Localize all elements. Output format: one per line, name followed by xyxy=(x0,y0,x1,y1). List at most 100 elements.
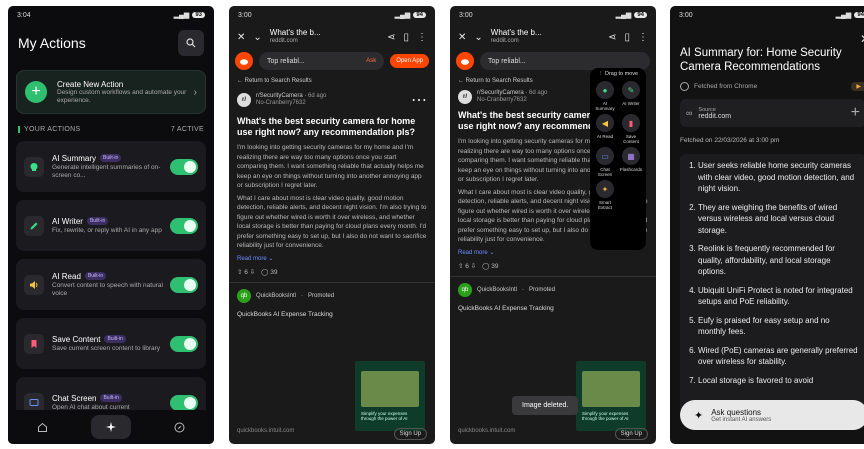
reddit-search-input[interactable]: Top reliabl... Ask xyxy=(259,52,385,70)
advertiser-avatar: qb xyxy=(237,288,251,303)
toggle-ai-summary[interactable] xyxy=(170,158,198,175)
toggle-chat-screen[interactable] xyxy=(170,394,198,411)
menu-ai-summary[interactable]: ● AI Summary xyxy=(593,81,617,111)
play-button[interactable]: ▶ xyxy=(851,82,864,91)
phone-ai-summary: 3:00 ▂▄▆94 ✕ AI Summary for: Home Securi… xyxy=(670,6,864,444)
drag-handle[interactable]: ⋮ Drag to move xyxy=(593,71,643,77)
floating-action-menu[interactable]: ⋮ Drag to move ● AI Summary ✎ AI Writer ◀ A… xyxy=(590,68,646,250)
vote-count: 6 xyxy=(465,262,469,270)
ad-image-text: Simplify your expenses through the power… xyxy=(582,411,629,421)
menu-label: AI Writer xyxy=(622,101,640,106)
more-icon[interactable]: ⋮ xyxy=(417,32,427,43)
status-bar: 3:00 ▂▄▆ 94 xyxy=(229,6,435,24)
extract-icon: ✦ xyxy=(596,180,614,198)
toggle-save-content[interactable] xyxy=(170,335,198,352)
read-more-link[interactable]: Read more ⌄ xyxy=(237,255,427,262)
sign-up-button[interactable]: Sign Up xyxy=(393,428,427,440)
action-desc: Save current screen content to library xyxy=(52,344,161,352)
close-icon[interactable]: ✕ xyxy=(860,32,864,46)
post-author[interactable]: No-Cranberry7632 xyxy=(477,97,527,103)
toggle-ai-writer[interactable] xyxy=(170,217,198,234)
ad-image[interactable]: Simplify your expenses through the power… xyxy=(355,361,425,431)
nav-home[interactable] xyxy=(22,415,62,439)
speaker-icon xyxy=(24,274,44,295)
share-icon[interactable]: ⋖ xyxy=(608,32,616,43)
action-card-ai-read[interactable]: AI Read Built-in Convert content to speec… xyxy=(16,259,206,310)
upvote-button[interactable]: ⇧ 6 ⇩ xyxy=(458,262,476,270)
post-actions: ⇧ 6 ⇩ ◯ 39 xyxy=(237,268,427,276)
ask-questions-button[interactable]: ✦ Ask questions Get instant AI answers xyxy=(680,400,864,430)
post-age: 6d ago xyxy=(308,93,327,99)
reddit-logo-icon[interactable] xyxy=(456,52,474,70)
menu-chat-screen[interactable]: ▭ Chat Screen xyxy=(593,147,617,177)
plus-icon: + xyxy=(25,81,47,103)
bookmark-icon[interactable]: ▯ xyxy=(403,32,409,43)
source-card[interactable]: ∞ Source reddit.com + xyxy=(680,99,864,127)
add-icon[interactable]: + xyxy=(851,104,860,122)
summary-item: Reolink is frequently recommended for qu… xyxy=(698,243,858,278)
fetched-from: Fetched from Chrome xyxy=(694,83,758,90)
ad-text: QuickBooks AI Expense Tracking xyxy=(458,304,554,312)
search-icon xyxy=(186,38,196,48)
bookmark-icon[interactable]: ▯ xyxy=(624,32,630,43)
menu-label: Flashcards xyxy=(619,167,642,172)
menu-ai-read[interactable]: ◀ AI Read xyxy=(593,114,617,144)
post-actions: ⇧ 6 ⇩ ◯ 39 xyxy=(458,262,648,270)
open-app-button[interactable]: Open App xyxy=(390,54,429,68)
return-link-label: Return to Search Results xyxy=(465,78,533,84)
menu-flashcards[interactable]: ▦ Flashcards xyxy=(619,147,643,177)
action-desc: Generate intelligent summaries of on-scr… xyxy=(52,163,161,179)
page-title: My Actions xyxy=(18,35,86,51)
return-link[interactable]: ← Return to Search Results xyxy=(229,72,435,84)
link-icon: ∞ xyxy=(686,108,693,118)
compass-icon xyxy=(174,422,185,432)
menu-save-content[interactable]: ▮ Save Content xyxy=(619,114,643,144)
subreddit-name[interactable]: r/SecurityCamera xyxy=(477,90,524,96)
speaker-icon: ◀ xyxy=(596,114,614,132)
ad-image[interactable]: Simplify your expenses through the power… xyxy=(576,361,646,431)
subreddit-avatar[interactable]: r/ xyxy=(237,93,251,107)
comments-button[interactable]: ◯ 39 xyxy=(482,262,498,270)
action-card-save-content[interactable]: Save Content Built-in Save current screen… xyxy=(16,318,206,369)
action-card-ai-writer[interactable]: AI Writer Built-in Fix, rewrite, or reply… xyxy=(16,200,206,251)
search-button[interactable] xyxy=(178,30,204,56)
post-paragraph: What I care about most is clear video qu… xyxy=(237,194,427,250)
nav-explore[interactable] xyxy=(160,415,200,439)
reddit-logo-icon[interactable] xyxy=(235,52,253,70)
nav-actions[interactable] xyxy=(90,415,131,439)
close-icon[interactable]: ✕ xyxy=(458,32,466,43)
more-icon[interactable]: ⋯ xyxy=(411,90,427,110)
comments-button[interactable]: ◯ 39 xyxy=(261,268,277,276)
create-title: Create New Action xyxy=(57,79,124,89)
builtin-badge: Built-in xyxy=(100,394,122,402)
sparkle-icon xyxy=(105,422,116,432)
toggle-ai-read[interactable] xyxy=(170,276,198,293)
create-action-card[interactable]: + Create New Action Design custom workfl… xyxy=(16,70,206,114)
subreddit-avatar[interactable]: r/ xyxy=(458,90,472,104)
post-author[interactable]: No-Cranberry7632 xyxy=(256,100,306,106)
battery-icon: 93 xyxy=(192,12,205,18)
promoted-ad[interactable]: qb QuickBooksIntl · Promoted QuickBooks A… xyxy=(450,282,656,312)
status-time: 3:04 xyxy=(17,11,31,19)
menu-label: Smart Extract xyxy=(597,200,612,210)
builtin-badge: Built-in xyxy=(84,272,107,280)
menu-ai-writer[interactable]: ✎ AI Writer xyxy=(619,81,643,111)
browser-toolbar: ✕ ⌄ What's the b... reddit.com ⋖ ▯ ⋮ xyxy=(229,24,435,50)
sign-up-button[interactable]: Sign Up xyxy=(614,428,648,440)
chevron-down-icon[interactable]: ⌄ xyxy=(253,32,261,43)
action-card-ai-summary[interactable]: AI Summary Built-in Generate intelligent … xyxy=(16,141,206,192)
close-icon[interactable]: ✕ xyxy=(237,32,245,43)
summary-item: Wired (PoE) cameras are generally prefer… xyxy=(698,345,858,368)
menu-smart-extract[interactable]: ✦ Smart Extract xyxy=(593,180,617,210)
more-icon[interactable]: ⋮ xyxy=(638,32,648,43)
action-name: AI Summary xyxy=(52,153,97,163)
upvote-button[interactable]: ⇧ 6 ⇩ xyxy=(237,268,255,276)
promoted-ad[interactable]: qb QuickBooksIntl · Promoted QuickBooks A… xyxy=(229,288,435,318)
signal-icon: ▂▄▆ xyxy=(615,12,632,19)
share-icon[interactable]: ⋖ xyxy=(387,32,395,43)
ask-button[interactable]: Ask xyxy=(366,58,376,64)
post: r/ r/SecurityCamera · 6d ago No-Cranberry… xyxy=(237,90,427,276)
chevron-down-icon[interactable]: ⌄ xyxy=(474,32,482,43)
subreddit-name[interactable]: r/SecurityCamera xyxy=(256,93,303,99)
ask-title: Ask questions xyxy=(711,407,762,417)
